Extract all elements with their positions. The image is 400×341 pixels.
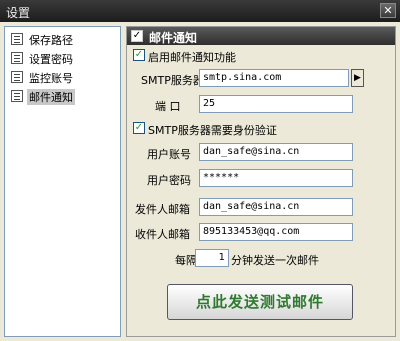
account-label: 用户账号	[147, 148, 191, 161]
sidebar-item-email-notify[interactable]: 邮件通知	[9, 88, 117, 105]
port-field[interactable]: 25	[199, 95, 353, 113]
title-bar: 设置 ✕	[0, 0, 400, 22]
sidebar-item-monitor-account[interactable]: 监控账号	[9, 69, 117, 86]
triangle-right-icon: ▶	[354, 73, 361, 83]
list-icon	[11, 33, 23, 45]
sender-label: 发件人邮箱	[135, 203, 190, 216]
recipient-label: 收件人邮箱	[135, 228, 190, 241]
sidebar-item-save-path[interactable]: 保存路径	[9, 31, 117, 48]
send-test-email-button[interactable]: 点此发送测试邮件	[167, 284, 353, 320]
enable-notify-label: 启用邮件通知功能	[148, 51, 236, 64]
list-icon	[11, 71, 23, 83]
panel-enable-checkbox[interactable]: ✓	[131, 30, 143, 42]
sender-field[interactable]: dan_safe@sina.cn	[199, 198, 353, 216]
smtp-dropdown-button[interactable]: ▶	[351, 69, 364, 87]
smtp-auth-checkbox[interactable]: ✓	[133, 122, 145, 134]
window-title: 设置	[6, 6, 31, 20]
sidebar-item-set-password[interactable]: 设置密码	[9, 50, 117, 67]
panel-header: ✓ 邮件通知	[127, 27, 395, 45]
smtp-server-field[interactable]: smtp.sina.com	[199, 69, 349, 87]
smtp-auth-label: SMTP服务器需要身份验证	[148, 124, 277, 137]
account-field[interactable]: dan_safe@sina.cn	[199, 143, 353, 161]
settings-sidebar: 保存路径 设置密码 监控账号 邮件通知	[4, 26, 121, 337]
smtp-label: SMTP服务器	[141, 74, 204, 87]
sidebar-item-label: 邮件通知	[27, 89, 75, 105]
sidebar-item-label: 保存路径	[29, 34, 73, 47]
recipient-field[interactable]: 895133453@qq.com	[199, 223, 353, 241]
panel-title: 邮件通知	[149, 31, 198, 45]
interval-field[interactable]: 1	[195, 249, 229, 267]
sidebar-item-label: 设置密码	[29, 53, 73, 66]
enable-notify-checkbox[interactable]: ✓	[133, 49, 145, 61]
interval-suffix-label: 分钟发送一次邮件	[231, 254, 319, 267]
list-icon	[11, 90, 23, 102]
list-icon	[11, 52, 23, 64]
close-button[interactable]: ✕	[380, 3, 396, 18]
interval-prefix-label: 每隔	[175, 254, 197, 267]
sidebar-item-label: 监控账号	[29, 72, 73, 85]
password-label: 用户密码	[147, 174, 191, 187]
port-label: 端 口	[155, 100, 181, 113]
email-notify-panel: ✓ 邮件通知 ✓ 启用邮件通知功能 SMTP服务器 smtp.sina.com …	[126, 26, 396, 337]
close-icon: ✕	[383, 4, 393, 17]
settings-window: 设置 ✕ 保存路径 设置密码 监控账号 邮件通知 ✓ 邮件通知 ✓ 启用邮件通知…	[0, 0, 400, 341]
password-field[interactable]: ******	[199, 169, 353, 187]
